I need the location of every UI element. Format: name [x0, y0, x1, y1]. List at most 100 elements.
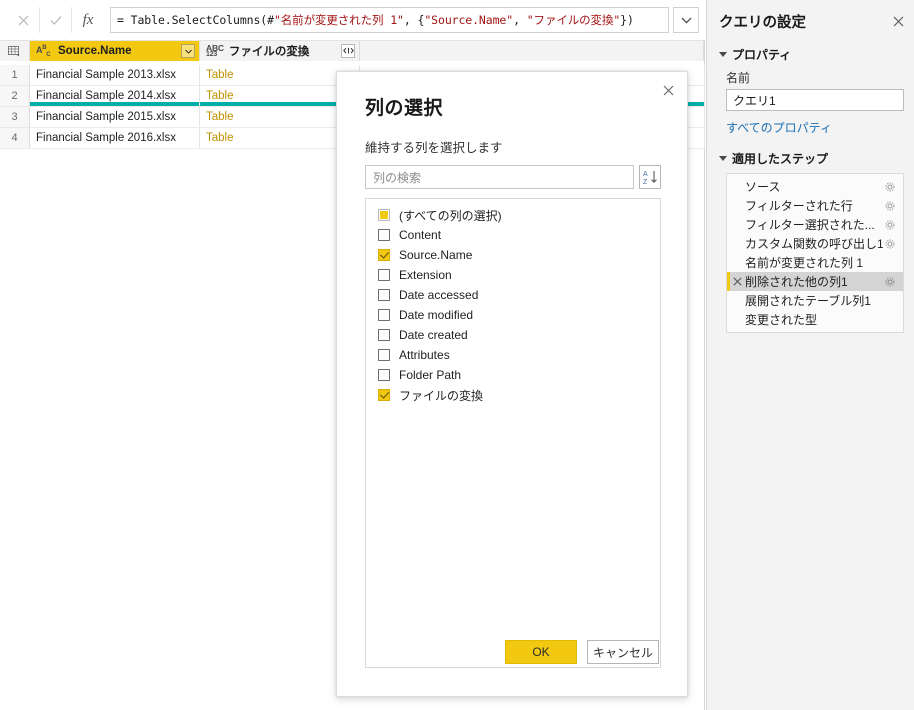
row-number: 4	[0, 128, 30, 148]
checkbox[interactable]	[378, 229, 390, 241]
dialog-subtitle: 維持する列を選択します	[365, 141, 503, 155]
column-header-source-name[interactable]: ABC Source.Name	[30, 41, 200, 61]
list-item[interactable]: Content	[366, 225, 660, 245]
active-bar	[727, 234, 730, 253]
formula-input[interactable]: = Table.SelectColumns(#"名前が変更された列 1", {"…	[110, 7, 669, 33]
step-item[interactable]: 変更された型	[727, 310, 903, 329]
list-item-label: Source.Name	[399, 248, 473, 262]
gear-icon[interactable]	[883, 182, 897, 192]
cell-source-name[interactable]: Financial Sample 2013.xlsx	[30, 65, 200, 85]
choose-columns-dialog: 列の選択 維持する列を選択します 列の検索 A Z (すべての列の選択) Con…	[336, 71, 688, 697]
list-item-label: Content	[399, 228, 442, 242]
checkbox-checked[interactable]	[378, 249, 390, 261]
step-item-selected[interactable]: 削除された他の列1	[727, 272, 903, 291]
query-settings-header: クエリの設定	[707, 0, 914, 32]
checkbox[interactable]	[378, 289, 390, 301]
list-item-label: Date modified	[399, 308, 474, 322]
list-item[interactable]: ファイルの変換	[366, 385, 660, 405]
step-label: 展開されたテーブル列1	[745, 294, 871, 308]
list-item-label: Date accessed	[399, 288, 479, 302]
cell-source-name[interactable]: Financial Sample 2014.xlsx	[30, 86, 200, 106]
list-item[interactable]: Folder Path	[366, 365, 660, 385]
step-item[interactable]: カスタム関数の呼び出し1	[727, 234, 903, 253]
applied-steps-section-header[interactable]: 適用したステップ	[707, 150, 914, 167]
close-icon[interactable]	[657, 79, 679, 101]
gear-icon[interactable]	[883, 239, 897, 249]
dialog-actions: OK キャンセル	[505, 640, 659, 664]
step-item[interactable]: ソース	[727, 177, 903, 196]
active-bar	[727, 196, 730, 215]
grid-header-row: ABC Source.Name ABC 123 ファイルの変換	[0, 41, 704, 61]
select-all-table-icon[interactable]	[0, 41, 30, 61]
column-header-label: ファイルの変換	[228, 46, 310, 58]
row-number: 3	[0, 107, 30, 127]
ok-button[interactable]: OK	[505, 640, 577, 664]
step-label: ソース	[745, 180, 781, 194]
gear-icon[interactable]	[883, 201, 897, 211]
active-bar	[727, 177, 730, 196]
search-input[interactable]: 列の検索	[365, 165, 634, 189]
checkbox[interactable]	[378, 349, 390, 361]
any-type-icon: ABC 123	[206, 42, 224, 59]
step-item[interactable]: フィルター選択された...	[727, 215, 903, 234]
sort-az-icon[interactable]: A Z	[639, 165, 661, 189]
step-label: 名前が変更された列 1	[745, 256, 864, 270]
fx-icon[interactable]: fx	[72, 7, 104, 33]
active-bar	[727, 253, 730, 272]
list-item[interactable]: Attributes	[366, 345, 660, 365]
text-type-icon: ABC	[36, 44, 51, 58]
active-bar	[727, 215, 730, 234]
check-icon[interactable]	[40, 7, 72, 33]
step-item[interactable]: フィルターされた行	[727, 196, 903, 215]
checkbox[interactable]	[378, 309, 390, 321]
all-properties-link[interactable]: すべてのプロパティ	[707, 111, 914, 136]
checkbox[interactable]	[378, 329, 390, 341]
step-item[interactable]: 展開されたテーブル列1	[727, 291, 903, 310]
query-name-input[interactable]: クエリ1	[726, 89, 904, 111]
checkbox[interactable]	[378, 369, 390, 381]
gear-icon[interactable]	[883, 220, 897, 230]
list-item-label: Folder Path	[399, 368, 462, 382]
list-item[interactable]: Date modified	[366, 305, 660, 325]
properties-section-header[interactable]: プロパティ	[707, 46, 914, 63]
dialog-title: 列の選択	[365, 98, 444, 119]
name-label: 名前	[726, 71, 751, 85]
step-label: フィルター選択された...	[745, 218, 875, 232]
column-header-file-transform[interactable]: ABC 123 ファイルの変換	[200, 41, 360, 61]
columns-checkbox-list[interactable]: (すべての列の選択) Content Source.Name Extension…	[365, 198, 661, 668]
active-bar	[727, 310, 730, 329]
expand-columns-icon[interactable]	[341, 44, 355, 58]
close-icon[interactable]	[8, 7, 40, 33]
list-item[interactable]: Date accessed	[366, 285, 660, 305]
cancel-button[interactable]: キャンセル	[587, 640, 659, 664]
properties-heading: プロパティ	[732, 48, 792, 62]
checkbox-checked[interactable]	[378, 389, 390, 401]
checkbox-partial[interactable]	[378, 209, 390, 221]
search-row: 列の検索 A Z	[365, 165, 661, 189]
chevron-down-icon[interactable]	[673, 7, 699, 33]
panel-title: クエリの設定	[719, 15, 806, 31]
list-item-label: Extension	[399, 268, 452, 282]
cell-source-name[interactable]: Financial Sample 2015.xlsx	[30, 107, 200, 127]
filter-dropdown-icon[interactable]	[181, 44, 195, 58]
gear-icon[interactable]	[883, 277, 897, 287]
checkbox[interactable]	[378, 269, 390, 281]
cell-source-name[interactable]: Financial Sample 2016.xlsx	[30, 128, 200, 148]
delete-step-icon[interactable]	[730, 277, 745, 286]
close-icon[interactable]	[893, 16, 904, 27]
step-label: 変更された型	[745, 313, 818, 327]
step-item[interactable]: 名前が変更された列 1	[727, 253, 903, 272]
svg-text:A: A	[643, 171, 648, 178]
list-item[interactable]: Extension	[366, 265, 660, 285]
step-label: 削除された他の列1	[745, 275, 848, 289]
column-header-label: Source.Name	[58, 45, 132, 57]
active-bar	[727, 291, 730, 310]
formula-bar: fx = Table.SelectColumns(#"名前が変更された列 1",…	[0, 0, 705, 41]
list-item[interactable]: Source.Name	[366, 245, 660, 265]
list-item[interactable]: Date created	[366, 325, 660, 345]
svg-text:Z: Z	[643, 179, 648, 185]
list-item-label: (すべての列の選択)	[399, 208, 502, 223]
row-number: 1	[0, 65, 30, 85]
list-item[interactable]: (すべての列の選択)	[366, 205, 660, 225]
applied-steps-list: ソース フィルターされた行 フィルター選択された... カスタム関数の呼び出し1…	[726, 173, 904, 333]
